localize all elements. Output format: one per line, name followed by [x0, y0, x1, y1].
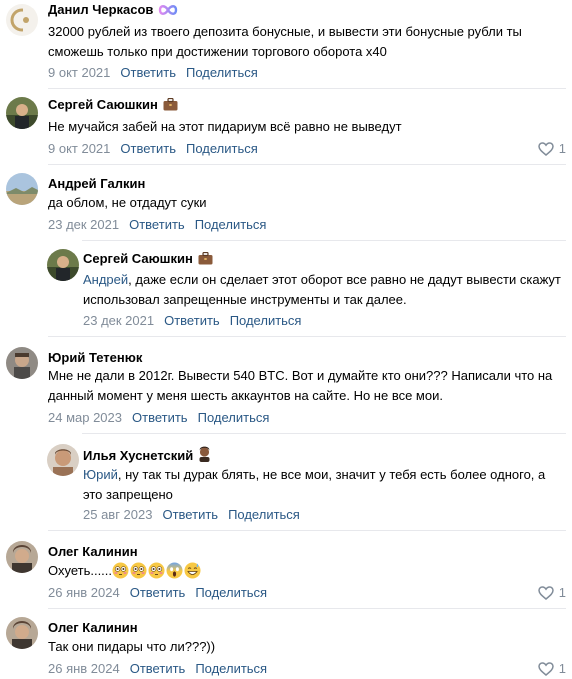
comment-date[interactable]: 23 дек 2021: [48, 217, 119, 232]
author-name[interactable]: Сергей Саюшкин: [83, 251, 213, 269]
divider: [48, 608, 566, 609]
share-button[interactable]: Поделиться: [230, 313, 302, 328]
comment-text: Андрей, даже если он сделает этот оборот…: [83, 270, 568, 310]
comment-text: Охуеть......: [48, 561, 568, 581]
avatar[interactable]: [6, 617, 38, 649]
man-emoji-badge-icon: [198, 446, 211, 466]
author-name-text[interactable]: Сергей Саюшкин: [83, 251, 193, 266]
author-name-text[interactable]: Андрей Галкин: [48, 176, 145, 191]
comment-date[interactable]: 25 авг 2023: [83, 507, 152, 522]
comment-text-body: , даже если он сделает этот оборот все р…: [83, 272, 561, 307]
author-name-text[interactable]: Сергей Саюшкин: [48, 97, 158, 112]
comment-meta: 23 дек 2021 Ответить Поделиться: [48, 217, 266, 233]
comment-text: Мне не дали в 2012г. Вывести 540 BTC. Во…: [48, 368, 553, 403]
comment-text: Не мучайся забей на этот пидариум всё ра…: [48, 119, 402, 134]
author-name-text[interactable]: Олег Калинин: [48, 544, 138, 559]
like-button[interactable]: 1: [538, 585, 566, 601]
divider: [48, 530, 566, 531]
comment-meta: 9 окт 2021 Ответить Поделиться: [48, 65, 258, 81]
comment-meta: 23 дек 2021 Ответить Поделиться: [83, 313, 301, 329]
comment-text: Так они пидары что ли???)): [48, 639, 216, 654]
share-button[interactable]: Поделиться: [228, 507, 300, 522]
share-button[interactable]: Поделиться: [195, 661, 267, 676]
comment-date[interactable]: 26 янв 2024: [48, 661, 120, 676]
screaming-face-icon: [166, 562, 183, 579]
share-button[interactable]: Поделиться: [195, 585, 267, 600]
infinity-badge-icon: [158, 4, 178, 20]
comment-date[interactable]: 9 окт 2021: [48, 141, 110, 156]
author-name[interactable]: Юрий Тетенюк: [48, 350, 142, 366]
like-count: 1: [558, 141, 566, 156]
author-name[interactable]: Олег Калинин: [48, 544, 138, 560]
comment-text-body: , ну так ты дурак блять, не все мои, зна…: [83, 467, 546, 502]
avatar[interactable]: [6, 4, 38, 36]
reply-button[interactable]: Ответить: [120, 141, 176, 156]
like-count: 1: [558, 585, 566, 600]
author-name-text[interactable]: Данил Черкасов: [48, 2, 153, 17]
comment-text: да облом, не отдадут суки: [48, 195, 207, 210]
divider: [48, 164, 566, 165]
avatar[interactable]: [6, 541, 38, 573]
heart-icon: [538, 142, 554, 156]
comment-date[interactable]: 9 окт 2021: [48, 65, 110, 80]
reply-button[interactable]: Ответить: [130, 585, 186, 600]
divider: [48, 336, 566, 337]
flushed-face-icon: [130, 562, 147, 579]
avatar[interactable]: [6, 347, 38, 379]
author-name[interactable]: Олег Калинин: [48, 620, 138, 636]
author-name[interactable]: Данил Черкасов: [48, 2, 178, 20]
share-button[interactable]: Поделиться: [186, 141, 258, 156]
author-name[interactable]: Илья Хуснетский: [83, 446, 211, 466]
comment-date[interactable]: 24 мар 2023: [48, 410, 122, 425]
reply-button[interactable]: Ответить: [162, 507, 218, 522]
reply-button[interactable]: Ответить: [130, 661, 186, 676]
avatar[interactable]: [6, 97, 38, 129]
author-name-text[interactable]: Юрий Тетенюк: [48, 350, 142, 365]
briefcase-badge-icon: [163, 97, 178, 115]
grinning-sweat-face-icon: [184, 562, 201, 579]
mention-link[interactable]: Андрей: [83, 272, 128, 287]
heart-icon: [538, 586, 554, 600]
comment-meta: 24 мар 2023 Ответить Поделиться: [48, 410, 269, 426]
avatar[interactable]: [47, 444, 79, 476]
like-button[interactable]: 1: [538, 661, 566, 677]
briefcase-badge-icon: [198, 251, 213, 269]
flushed-face-icon: [148, 562, 165, 579]
avatar[interactable]: [6, 173, 38, 205]
reply-button[interactable]: Ответить: [132, 410, 188, 425]
like-button[interactable]: 1: [538, 141, 566, 157]
author-name[interactable]: Андрей Галкин: [48, 176, 145, 192]
reply-button[interactable]: Ответить: [164, 313, 220, 328]
share-button[interactable]: Поделиться: [198, 410, 270, 425]
comment-text: Юрий, ну так ты дурак блять, не все мои,…: [83, 465, 568, 505]
mention-link[interactable]: Юрий: [83, 467, 118, 482]
divider: [82, 240, 566, 241]
author-name[interactable]: Сергей Саюшкин: [48, 97, 178, 115]
heart-icon: [538, 662, 554, 676]
comment-meta: 9 окт 2021 Ответить Поделиться: [48, 141, 258, 157]
author-name-text[interactable]: Олег Калинин: [48, 620, 138, 635]
comment-meta: 26 янв 2024 Ответить Поделиться: [48, 661, 267, 677]
share-button[interactable]: Поделиться: [186, 65, 258, 80]
divider: [82, 433, 566, 434]
comment-meta: 26 янв 2024 Ответить Поделиться: [48, 585, 267, 601]
reply-button[interactable]: Ответить: [129, 217, 185, 232]
comment-date[interactable]: 26 янв 2024: [48, 585, 120, 600]
flushed-face-icon: [112, 562, 129, 579]
avatar[interactable]: [47, 249, 79, 281]
author-name-text[interactable]: Илья Хуснетский: [83, 448, 193, 463]
reply-button[interactable]: Ответить: [120, 65, 176, 80]
like-count: 1: [558, 661, 566, 676]
comment-text-body: Охуеть......: [48, 563, 113, 578]
share-button[interactable]: Поделиться: [195, 217, 267, 232]
comment-date[interactable]: 23 дек 2021: [83, 313, 154, 328]
comment-meta: 25 авг 2023 Ответить Поделиться: [83, 507, 300, 523]
comment-text: 32000 рублей из твоего депозита бонусные…: [48, 24, 522, 59]
divider: [48, 88, 566, 89]
